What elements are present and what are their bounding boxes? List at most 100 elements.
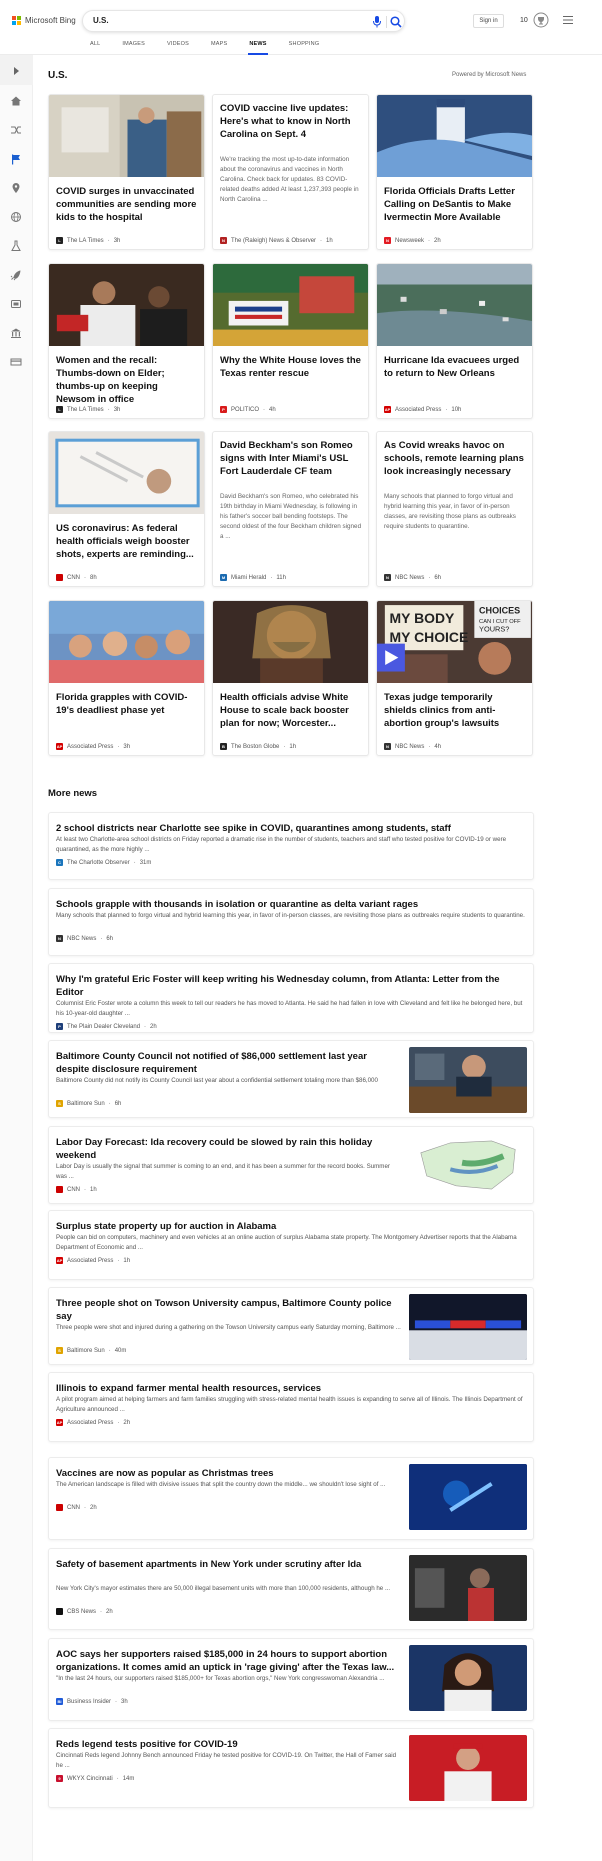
news-card-image[interactable] bbox=[213, 601, 368, 683]
news-list-thumbnail[interactable] bbox=[409, 1645, 527, 1711]
home-icon[interactable] bbox=[10, 95, 22, 107]
entertainment-icon[interactable] bbox=[10, 298, 22, 310]
news-list-item[interactable]: Why I'm grateful Eric Foster will keep w… bbox=[48, 963, 534, 1033]
news-card-image[interactable] bbox=[377, 95, 532, 177]
news-list-title[interactable]: Labor Day Forecast: Ida recovery could b… bbox=[56, 1136, 401, 1162]
news-card-image[interactable] bbox=[49, 264, 204, 346]
news-list-item[interactable]: Safety of basement apartments in New Yor… bbox=[48, 1548, 534, 1630]
separator: · bbox=[115, 1698, 118, 1705]
news-list-item[interactable]: AOC says her supporters raised $185,000 … bbox=[48, 1638, 534, 1721]
location-pin-icon[interactable] bbox=[10, 182, 22, 194]
news-list-title[interactable]: Reds legend tests positive for COVID-19 bbox=[56, 1738, 401, 1751]
news-card[interactable]: US coronavirus: As federal health offici… bbox=[48, 431, 205, 587]
hamburger-menu-icon[interactable] bbox=[562, 14, 574, 26]
news-list-item[interactable]: Surplus state property up for auction in… bbox=[48, 1210, 534, 1280]
news-card-source: AP Associated Press · 3h bbox=[56, 743, 130, 750]
news-card[interactable]: Why the White House loves the Texas rent… bbox=[212, 263, 369, 419]
news-card-image[interactable] bbox=[49, 601, 204, 683]
news-list-thumbnail[interactable] bbox=[409, 1133, 527, 1199]
rocket-icon[interactable] bbox=[10, 269, 22, 281]
sign-in-button[interactable]: Sign in bbox=[473, 14, 504, 28]
search-input[interactable]: U.S. bbox=[93, 16, 109, 25]
powered-by-label: Powered by Microsoft News bbox=[452, 72, 527, 78]
news-card[interactable]: COVID surges in unvaccinated communities… bbox=[48, 94, 205, 250]
tab-images[interactable]: IMAGES bbox=[122, 41, 145, 53]
bank-icon[interactable] bbox=[10, 327, 22, 339]
news-card-title[interactable]: As Covid wreaks havoc on schools, remote… bbox=[384, 439, 527, 478]
news-card-title[interactable]: Florida grapples with COVID-19's deadlie… bbox=[56, 691, 199, 717]
news-list-item[interactable]: Baltimore County Council not notified of… bbox=[48, 1040, 534, 1118]
tab-all[interactable]: ALL bbox=[90, 41, 100, 53]
news-list-thumbnail[interactable] bbox=[409, 1047, 527, 1113]
news-card[interactable]: MY BODY MY CHOICE CHOICES CAN I CUT OFF YOUR… bbox=[376, 600, 533, 756]
separator: · bbox=[428, 574, 431, 581]
news-list-item[interactable]: Reds legend tests positive for COVID-19 C… bbox=[48, 1728, 534, 1808]
news-card-image[interactable] bbox=[377, 264, 532, 346]
news-card-title[interactable]: COVID surges in unvaccinated communities… bbox=[56, 185, 199, 224]
source-logo-icon: M bbox=[220, 574, 227, 581]
source-name: Baltimore Sun bbox=[67, 1100, 105, 1107]
rewards-count[interactable]: 10 bbox=[520, 17, 528, 24]
news-card-title[interactable]: COVID vaccine live updates: Here's what … bbox=[220, 102, 363, 141]
news-list-item[interactable]: Three people shot on Towson University c… bbox=[48, 1287, 534, 1365]
news-list-title[interactable]: Illinois to expand farmer mental health … bbox=[56, 1382, 528, 1395]
money-icon[interactable] bbox=[10, 356, 22, 368]
news-card-title[interactable]: David Beckham's son Romeo signs with Int… bbox=[220, 439, 363, 478]
news-list-title[interactable]: Surplus state property up for auction in… bbox=[56, 1220, 528, 1233]
news-list-item[interactable]: Vaccines are now as popular as Christmas… bbox=[48, 1457, 534, 1540]
news-list-item[interactable]: Illinois to expand farmer mental health … bbox=[48, 1372, 534, 1442]
news-list-item[interactable]: Schools grapple with thousands in isolat… bbox=[48, 888, 534, 956]
news-list-item[interactable]: 2 school districts near Charlotte see sp… bbox=[48, 812, 534, 880]
news-card-title[interactable]: Why the White House loves the Texas rent… bbox=[220, 354, 363, 380]
news-list-title[interactable]: Why I'm grateful Eric Foster will keep w… bbox=[56, 973, 528, 999]
news-list-title[interactable]: Safety of basement apartments in New Yor… bbox=[56, 1558, 401, 1571]
search-box[interactable]: U.S. bbox=[82, 10, 405, 32]
news-card[interactable]: Hurricane Ida evacuees urged to return t… bbox=[376, 263, 533, 419]
tab-videos[interactable]: VIDEOS bbox=[167, 41, 189, 53]
news-card[interactable]: As Covid wreaks havoc on schools, remote… bbox=[376, 431, 533, 587]
source-logo-icon: N bbox=[56, 935, 63, 942]
microphone-icon[interactable] bbox=[371, 15, 383, 29]
news-card-title[interactable]: Texas judge temporarily shields clinics … bbox=[384, 691, 527, 730]
source-logo-icon bbox=[56, 574, 63, 581]
expand-arrow-icon[interactable] bbox=[10, 65, 22, 77]
news-card-title[interactable]: Women and the recall: Thumbs-down on Eld… bbox=[56, 354, 199, 406]
tab-news[interactable]: NEWS bbox=[248, 41, 269, 55]
news-list-thumbnail[interactable] bbox=[409, 1294, 527, 1360]
news-card[interactable]: COVID vaccine live updates: Here's what … bbox=[212, 94, 369, 250]
science-icon[interactable] bbox=[10, 240, 22, 252]
news-card-image[interactable] bbox=[49, 432, 204, 514]
news-card-image[interactable] bbox=[49, 95, 204, 177]
header-bar: Microsoft Bing U.S. Sign in 10 ALL IMAGE… bbox=[0, 0, 602, 55]
news-card[interactable]: Health officials advise White House to s… bbox=[212, 600, 369, 756]
globe-icon[interactable] bbox=[10, 211, 22, 223]
news-card-image[interactable]: MY BODY MY CHOICE CHOICES CAN I CUT OFF YOUR… bbox=[377, 601, 532, 683]
search-icon[interactable] bbox=[389, 15, 403, 29]
news-card-image[interactable] bbox=[213, 264, 368, 346]
news-list-thumbnail[interactable] bbox=[409, 1464, 527, 1530]
news-list-title[interactable]: Vaccines are now as popular as Christmas… bbox=[56, 1467, 401, 1480]
tab-maps[interactable]: MAPS bbox=[211, 41, 227, 53]
separator: · bbox=[428, 743, 431, 750]
news-list-title[interactable]: 2 school districts near Charlotte see sp… bbox=[56, 822, 528, 835]
news-list-title[interactable]: AOC says her supporters raised $185,000 … bbox=[56, 1648, 401, 1674]
rewards-trophy-icon[interactable] bbox=[533, 12, 549, 28]
bing-logo[interactable]: Microsoft Bing bbox=[12, 16, 76, 25]
news-card-title[interactable]: Health officials advise White House to s… bbox=[220, 691, 363, 730]
flag-icon[interactable] bbox=[10, 153, 22, 165]
news-card[interactable]: Florida Officials Drafts Letter Calling … bbox=[376, 94, 533, 250]
news-list-title[interactable]: Schools grapple with thousands in isolat… bbox=[56, 898, 528, 911]
tab-shopping[interactable]: SHOPPING bbox=[289, 41, 320, 53]
news-card[interactable]: Women and the recall: Thumbs-down on Eld… bbox=[48, 263, 205, 419]
news-card[interactable]: Florida grapples with COVID-19's deadlie… bbox=[48, 600, 205, 756]
news-list-title[interactable]: Baltimore County Council not notified of… bbox=[56, 1050, 401, 1076]
shuffle-icon[interactable] bbox=[10, 124, 22, 136]
news-card-title[interactable]: Hurricane Ida evacuees urged to return t… bbox=[384, 354, 527, 380]
news-list-item[interactable]: Labor Day Forecast: Ida recovery could b… bbox=[48, 1126, 534, 1204]
news-card-title[interactable]: US coronavirus: As federal health offici… bbox=[56, 522, 199, 561]
news-list-thumbnail[interactable] bbox=[409, 1555, 527, 1621]
news-list-thumbnail[interactable] bbox=[409, 1735, 527, 1801]
news-list-title[interactable]: Three people shot on Towson University c… bbox=[56, 1297, 401, 1323]
news-card-title[interactable]: Florida Officials Drafts Letter Calling … bbox=[384, 185, 527, 224]
news-card[interactable]: David Beckham's son Romeo signs with Int… bbox=[212, 431, 369, 587]
